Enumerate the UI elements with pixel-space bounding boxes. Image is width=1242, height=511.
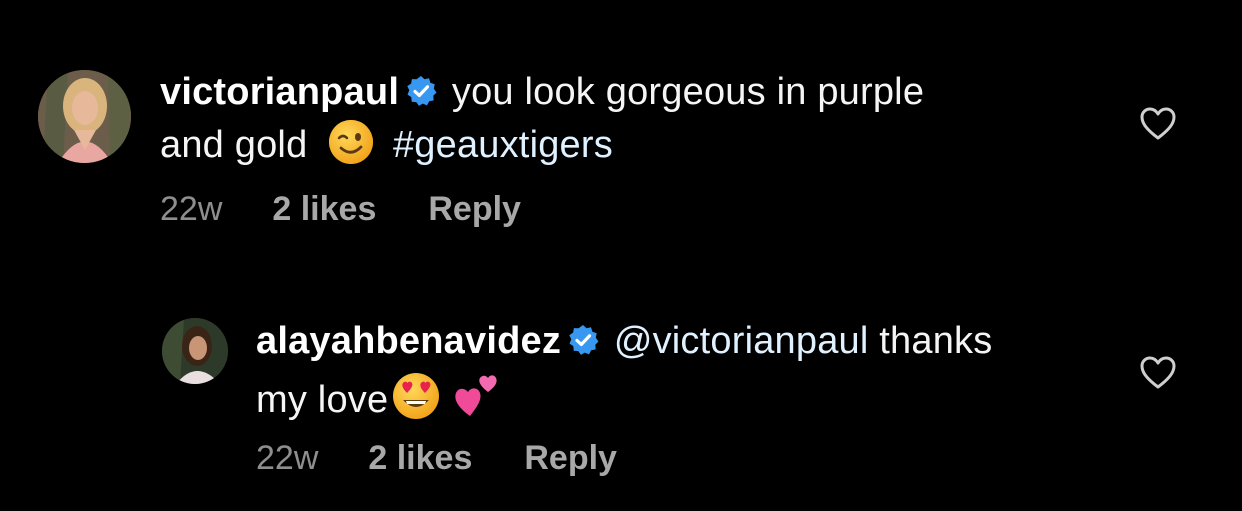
mention-link[interactable]: @victorianpaul — [614, 320, 869, 362]
verified-badge-icon — [567, 320, 599, 368]
comment-body-line2: and gold — [160, 124, 308, 166]
avatar[interactable] — [38, 70, 131, 163]
comment-body-line1: you look gorgeous in purple — [451, 71, 925, 113]
verified-badge-icon — [405, 71, 437, 119]
comment-body-line1: thanks — [879, 320, 993, 362]
likes-count[interactable]: 2 likes — [368, 439, 472, 478]
reply-button[interactable]: Reply — [524, 439, 617, 478]
winking-face-emoji-icon — [328, 119, 374, 177]
reply-button[interactable]: Reply — [428, 190, 521, 229]
username[interactable]: alayahbenavidez — [256, 320, 561, 362]
two-hearts-emoji-icon — [452, 368, 504, 432]
heart-eyes-emoji-icon — [392, 372, 440, 432]
comment-text: victorianpaul you look gorgeous in purpl… — [160, 68, 1060, 177]
username[interactable]: victorianpaul — [160, 71, 399, 113]
comment-body-line2: my love — [256, 379, 389, 421]
avatar[interactable] — [162, 318, 228, 384]
timestamp: 22w — [256, 439, 319, 477]
comment-meta: 22w 2 likes Reply — [256, 439, 617, 478]
likes-count[interactable]: 2 likes — [272, 190, 376, 229]
like-heart-icon[interactable] — [1140, 107, 1176, 141]
hashtag-link[interactable]: #geauxtigers — [393, 124, 613, 166]
comment-text: alayahbenavidez @victorianpaul thanks my… — [256, 317, 1136, 432]
comment-meta: 22w 2 likes Reply — [160, 190, 521, 229]
timestamp: 22w — [160, 190, 223, 228]
like-heart-icon[interactable] — [1140, 356, 1176, 390]
